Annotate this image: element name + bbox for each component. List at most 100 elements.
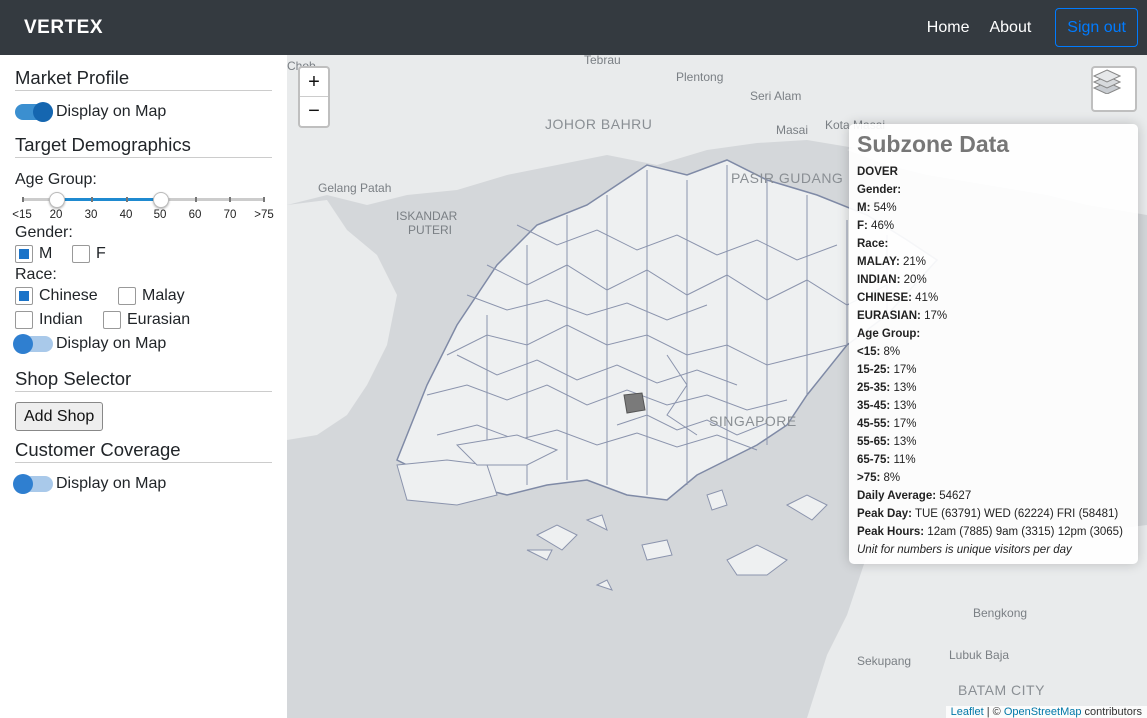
slider-tick (263, 197, 265, 202)
attribution-separator: | © (983, 706, 1004, 718)
map-label: PUTERI (408, 223, 453, 237)
info-row: 55-65: 13% (857, 436, 917, 448)
attribution-contributors: contributors (1081, 706, 1142, 718)
info-row: M: 54% (857, 202, 897, 214)
leaflet-link[interactable]: Leaflet (951, 706, 984, 718)
age-tick-label: <15 (12, 209, 32, 221)
race-malay-label: Malay (142, 287, 185, 304)
race-indian-label: Indian (39, 311, 83, 328)
map-label: JOHOR BAHRU (545, 116, 653, 132)
info-row: EURASIAN: 17% (857, 310, 948, 322)
info-title: Subzone Data (857, 131, 1010, 157)
slider-tick (229, 197, 231, 202)
info-row: 15-25: 17% (857, 364, 917, 376)
age-tick-label: 70 (223, 209, 237, 221)
target-demographics-title: Target Demographics (15, 134, 272, 158)
nav-links: Home About Sign out (907, 8, 1138, 47)
market-profile-toggle[interactable] (15, 102, 53, 122)
age-tick-label: 20 (49, 209, 63, 221)
zoom-in-button[interactable]: + (300, 68, 328, 97)
info-row: 45-55: 17% (857, 418, 917, 430)
map-label: Gelang Patah (318, 181, 392, 195)
map-attribution: Leaflet | © OpenStreetMap contributors (945, 706, 1147, 718)
race-options-row-2: Indian Eurasian (15, 308, 272, 332)
shop-selector-title: Shop Selector (15, 368, 272, 392)
coverage-toggle[interactable] (13, 474, 53, 494)
map-label: Plentong (676, 70, 724, 84)
age-min-handle[interactable] (49, 192, 65, 208)
gender-f-label: F (96, 245, 106, 262)
market-profile-toggle-row[interactable]: Display on Map (15, 100, 272, 124)
nav-about-link[interactable]: About (989, 19, 1031, 37)
info-row: >75: 8% (857, 472, 901, 484)
info-row: 35-45: 13% (857, 400, 917, 412)
age-max-handle[interactable] (153, 192, 169, 208)
race-chinese-checkbox[interactable] (15, 287, 33, 305)
toggle-knob (33, 102, 53, 122)
map-label: BATAM CITY (958, 682, 1045, 698)
slider-tick (22, 197, 24, 202)
info-row: INDIAN: 20% (857, 274, 927, 286)
race-indian-checkbox[interactable] (15, 311, 33, 329)
info-age-heading: Age Group: (857, 328, 921, 340)
nav-home-link[interactable]: Home (927, 19, 970, 37)
age-tick-labels: <15 20 30 40 50 60 70 >75 (10, 209, 274, 223)
map-label: Seri Alam (750, 89, 802, 103)
info-row: <15: 8% (857, 346, 901, 358)
navbar: VERTEX Home About Sign out (0, 0, 1147, 55)
age-tick-label: 40 (119, 209, 133, 221)
age-range-slider[interactable] (22, 189, 265, 209)
customer-coverage-title: Customer Coverage (15, 439, 272, 463)
age-tick-label: 30 (84, 209, 98, 221)
race-options-row-1: Chinese Malay (15, 284, 272, 308)
race-eurasian-label: Eurasian (127, 311, 191, 328)
map-label: Sekupang (857, 654, 912, 668)
age-tick-label: 60 (188, 209, 202, 221)
zoom-out-button[interactable]: − (300, 97, 328, 126)
map-label: Bengkong (973, 606, 1028, 620)
osm-link[interactable]: OpenStreetMap (1004, 706, 1082, 718)
gender-label: Gender: (15, 224, 73, 241)
market-profile-toggle-label: Display on Map (56, 103, 167, 120)
map-label: Lubuk Baja (949, 648, 1010, 662)
coverage-toggle-row[interactable]: Display on Map (13, 472, 272, 496)
info-peak-day: Peak Day: TUE (63791) WED (62224) FRI (5… (857, 508, 1119, 520)
map-label: Tebrau (584, 55, 621, 67)
race-chinese-label: Chinese (39, 287, 98, 304)
info-peak-hours: Peak Hours: 12am (7885) 9am (3315) 12pm … (857, 526, 1123, 538)
info-daily-average: Daily Average: 54627 (857, 490, 972, 502)
map-label: ISKANDAR (396, 209, 458, 223)
demographics-toggle[interactable] (13, 334, 53, 354)
slider-fill (57, 198, 161, 201)
brand-logo[interactable]: VERTEX (24, 17, 103, 39)
info-row: CHINESE: 41% (857, 292, 939, 304)
info-row: F: 46% (857, 220, 895, 232)
map-label: PASIR GUDANG (731, 170, 844, 186)
subzone-info-panel: Subzone Data DOVER Gender: M: 54% F: 46%… (849, 124, 1138, 564)
sign-out-button[interactable]: Sign out (1055, 8, 1138, 47)
coverage-toggle-label: Display on Map (56, 475, 167, 492)
info-row: MALAY: 21% (857, 256, 927, 268)
map-label: SINGAPORE (709, 413, 797, 429)
layers-control[interactable] (1091, 66, 1137, 112)
slider-tick (195, 197, 197, 202)
gender-f-checkbox[interactable] (72, 245, 90, 263)
age-tick-label: 50 (153, 209, 167, 221)
add-shop-button[interactable]: Add Shop (15, 402, 104, 431)
map-area[interactable]: Chob Tebrau Plentong Seri Alam Masai Kot… (287, 55, 1147, 718)
info-race-heading: Race: (857, 238, 889, 250)
slider-tick (91, 197, 93, 202)
demographics-toggle-label: Display on Map (56, 335, 167, 352)
demographics-toggle-row[interactable]: Display on Map (13, 332, 272, 356)
race-malay-checkbox[interactable] (118, 287, 136, 305)
race-eurasian-checkbox[interactable] (103, 311, 121, 329)
zoom-control: + − (298, 66, 330, 128)
sidebar: Market Profile Display on Map Target Dem… (0, 55, 287, 718)
market-profile-title: Market Profile (15, 67, 272, 91)
age-tick-label: >75 (254, 209, 274, 221)
map-label: Masai (776, 123, 809, 137)
info-row: 25-35: 13% (857, 382, 917, 394)
info-unit-note: Unit for numbers is unique visitors per … (857, 544, 1072, 556)
info-row: 65-75: 11% (857, 454, 916, 466)
gender-m-checkbox[interactable] (15, 245, 33, 263)
